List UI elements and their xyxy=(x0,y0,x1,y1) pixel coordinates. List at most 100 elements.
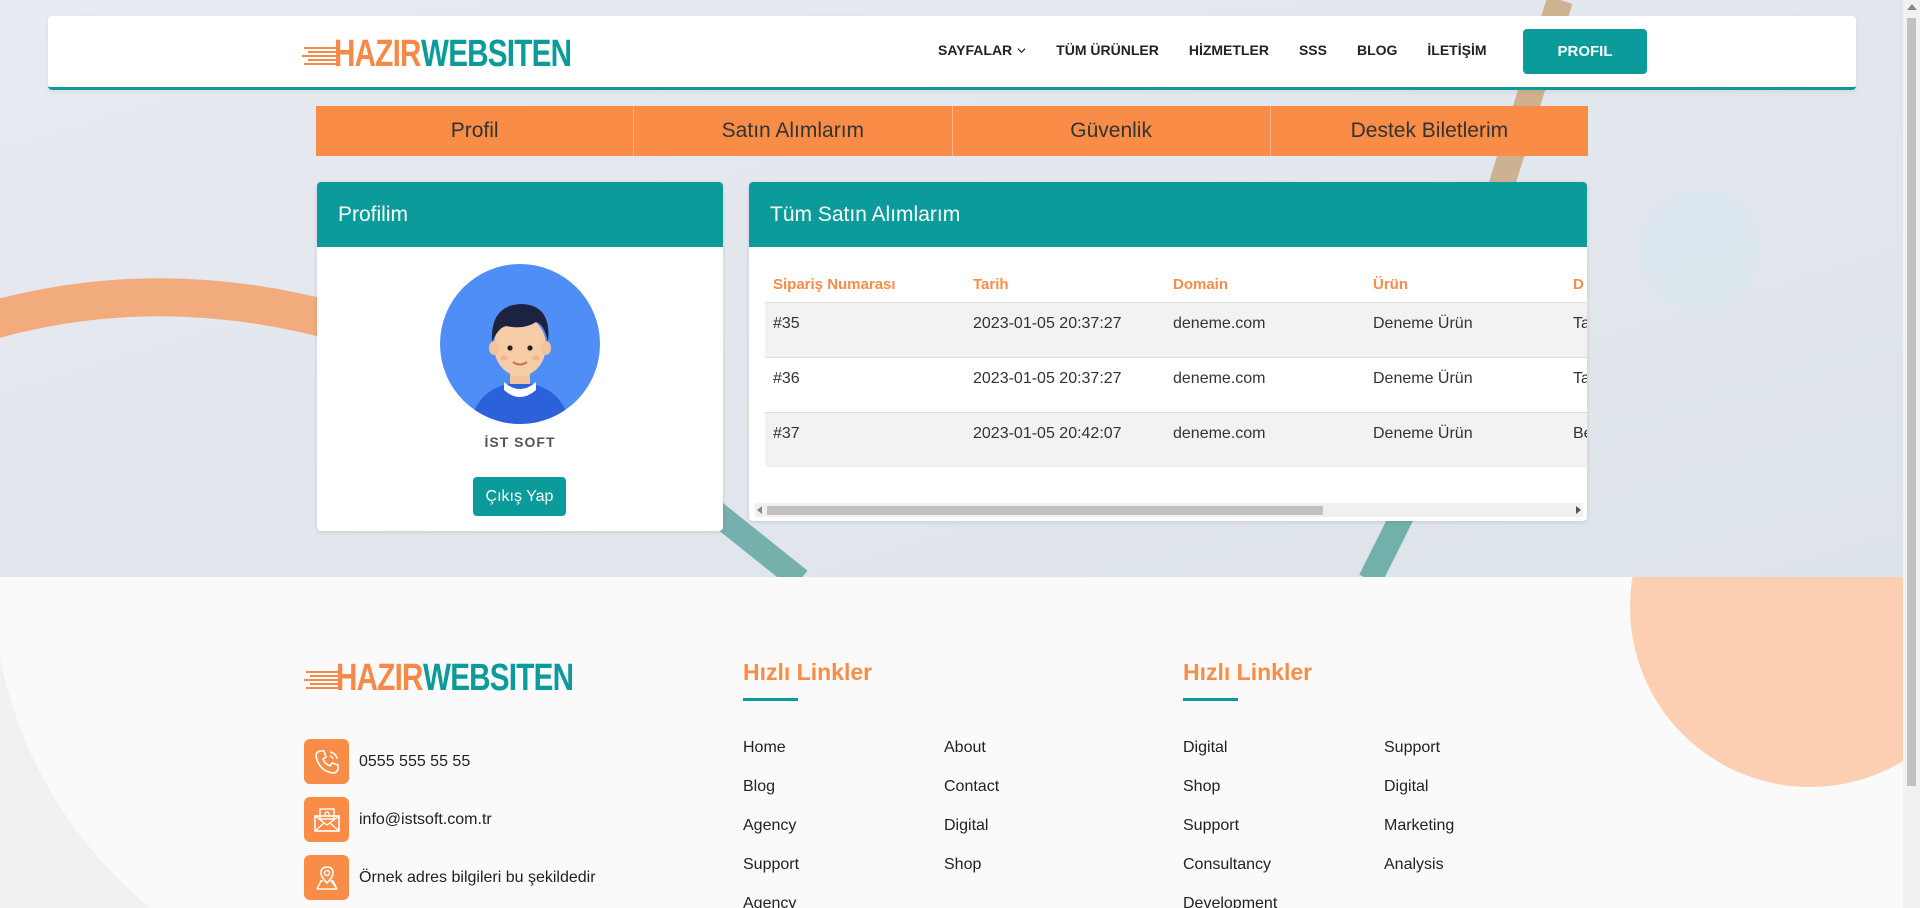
contact-phone[interactable]: 0555 555 55 55 xyxy=(304,739,470,784)
hero-section: HAZIR WEBSITEN SAYFALAR TÜM ÜRÜNLER HİZM… xyxy=(0,0,1920,577)
brand-logo[interactable]: HAZIR WEBSITEN xyxy=(302,33,614,76)
mail-icon xyxy=(304,797,349,842)
column-header: Tarih xyxy=(965,267,1165,303)
title-underline xyxy=(743,698,798,701)
scrollbar-thumb[interactable] xyxy=(767,506,1323,515)
brand-word-1: HAZIR xyxy=(334,33,421,75)
table-cell: #35 xyxy=(765,302,965,358)
table-cell: #36 xyxy=(765,357,965,413)
table-cell: Deneme Ürün xyxy=(1365,412,1565,467)
site-header: HAZIR WEBSITEN SAYFALAR TÜM ÜRÜNLER HİZM… xyxy=(48,16,1856,90)
table-header-row: Sipariş Numarası Tarih Domain Ürün D xyxy=(765,267,1587,303)
footer-link[interactable]: Agency xyxy=(743,817,796,835)
footer-link[interactable]: Analysis xyxy=(1384,856,1444,874)
speed-lines-icon xyxy=(304,670,338,689)
table-row[interactable]: #36 2023-01-05 20:37:27 deneme.com Denem… xyxy=(765,357,1587,413)
table-cell: 2023-01-05 20:42:07 xyxy=(965,412,1165,467)
footer-link[interactable]: Agency xyxy=(743,895,796,908)
brand-word-2: WEBSITEN xyxy=(421,33,572,75)
nav-item-services[interactable]: HİZMETLER xyxy=(1189,42,1269,58)
orders-card-title: Tüm Satın Alımlarım xyxy=(749,182,1587,247)
footer-link[interactable]: About xyxy=(944,739,986,757)
scrollbar-thumb[interactable] xyxy=(1907,18,1916,786)
footer-link[interactable]: Home xyxy=(743,739,786,757)
tab-purchases[interactable]: Satın Alımlarım xyxy=(634,106,953,156)
phone-icon xyxy=(304,739,349,784)
footer-link[interactable]: Support xyxy=(743,856,799,874)
site-footer: HAZIR WEBSITEN 0555 555 55 55 info@istso… xyxy=(0,577,1920,908)
profile-card-title: Profilim xyxy=(317,182,723,247)
avatar xyxy=(440,264,600,424)
contact-address[interactable]: Örnek adres bilgileri bu şekildedir xyxy=(304,855,596,900)
footer-link[interactable]: Contact xyxy=(944,778,999,796)
nav-item-contact[interactable]: İLETİŞİM xyxy=(1427,42,1486,58)
orders-table-wrapper[interactable]: Sipariş Numarası Tarih Domain Ürün D #35… xyxy=(765,267,1587,467)
table-row[interactable]: #37 2023-01-05 20:42:07 deneme.com Denem… xyxy=(765,412,1587,467)
footer-link[interactable]: Consultancy xyxy=(1183,856,1271,874)
footer-link[interactable]: Support xyxy=(1183,817,1239,835)
scroll-right-icon[interactable] xyxy=(1576,506,1581,514)
footer-link[interactable]: Blog xyxy=(743,778,775,796)
contact-email[interactable]: info@istsoft.com.tr xyxy=(304,797,492,842)
footer-link[interactable]: Shop xyxy=(944,856,981,874)
contact-text: info@istsoft.com.tr xyxy=(359,810,492,828)
table-cell: deneme.com xyxy=(1165,412,1365,467)
footer-link[interactable]: Development xyxy=(1183,895,1277,908)
column-header: D xyxy=(1565,267,1587,303)
table-cell: 2023-01-05 20:37:27 xyxy=(965,357,1165,413)
orders-table: Sipariş Numarası Tarih Domain Ürün D #35… xyxy=(765,267,1587,467)
footer-link[interactable]: Digital xyxy=(944,817,988,835)
footer-link[interactable]: Digital xyxy=(1183,739,1227,757)
username: İST SOFT xyxy=(484,434,556,450)
table-cell: Deneme Ürün xyxy=(1365,302,1565,358)
tab-security[interactable]: Güvenlik xyxy=(953,106,1271,156)
table-cell: Ta xyxy=(1565,302,1587,358)
footer-link[interactable]: Digital xyxy=(1384,778,1428,796)
tab-support-tickets[interactable]: Destek Biletlerim xyxy=(1271,106,1588,156)
table-horizontal-scrollbar[interactable] xyxy=(755,503,1583,517)
table-cell: Deneme Ürün xyxy=(1365,357,1565,413)
column-header: Sipariş Numarası xyxy=(765,267,965,303)
footer-col1-title: Hızlı Linkler xyxy=(743,659,873,685)
column-header: Ürün xyxy=(1365,267,1565,303)
table-row[interactable]: #35 2023-01-05 20:37:27 deneme.com Denem… xyxy=(765,302,1587,358)
speed-lines-icon xyxy=(302,46,336,65)
column-header: Domain xyxy=(1165,267,1365,303)
nav-item-faq[interactable]: SSS xyxy=(1299,42,1327,58)
nav-item-label: SSS xyxy=(1298,42,1327,58)
page-vertical-scrollbar[interactable] xyxy=(1903,0,1920,908)
brand-word-1: HAZIR xyxy=(336,657,423,699)
scroll-up-icon[interactable] xyxy=(1907,4,1917,10)
profile-button[interactable]: PROFIL xyxy=(1523,29,1647,74)
nav-item-blog[interactable]: BLOG xyxy=(1357,42,1397,58)
logout-button[interactable]: Çıkış Yap xyxy=(473,477,566,516)
table-cell: #37 xyxy=(765,412,965,467)
nav-item-label: BLOG xyxy=(1356,42,1398,58)
tab-profile[interactable]: Profil xyxy=(316,106,635,156)
title-underline xyxy=(1183,698,1238,701)
nav-item-label: TÜM ÜRÜNLER xyxy=(1056,42,1159,58)
table-cell: deneme.com xyxy=(1165,357,1365,413)
contact-text: Örnek adres bilgileri bu şekildedir xyxy=(359,868,596,886)
account-tabs: Profil Satın Alımlarım Güvenlik Destek B… xyxy=(316,106,1588,156)
table-cell: 2023-01-05 20:37:27 xyxy=(965,302,1165,358)
chevron-down-icon xyxy=(1017,47,1026,53)
footer-col2-title: Hızlı Linkler xyxy=(1183,659,1313,685)
brand-word-2: WEBSITEN xyxy=(423,657,574,699)
footer-link[interactable]: Shop xyxy=(1183,778,1220,796)
nav-item-pages[interactable]: SAYFALAR xyxy=(938,42,1026,58)
scroll-left-icon[interactable] xyxy=(757,506,762,514)
orders-card: Tüm Satın Alımlarım Sipariş Numarası Tar… xyxy=(749,182,1587,521)
contact-text: 0555 555 55 55 xyxy=(359,752,471,770)
footer-brand-logo[interactable]: HAZIR WEBSITEN xyxy=(304,657,616,700)
table-cell: Ta xyxy=(1565,357,1587,413)
table-cell: deneme.com xyxy=(1165,302,1365,358)
table-cell: Be xyxy=(1565,412,1587,467)
main-nav: SAYFALAR TÜM ÜRÜNLER HİZMETLER SSS BLOG … xyxy=(938,42,1517,58)
profile-card: Profilim İST SOFT Çıkış Yap xyxy=(317,182,723,531)
nav-item-label: HİZMETLER xyxy=(1188,42,1269,58)
footer-link[interactable]: Support xyxy=(1384,739,1440,757)
footer-link[interactable]: Marketing xyxy=(1384,817,1454,835)
nav-item-label: İLETİŞİM xyxy=(1427,42,1487,58)
nav-item-all-products[interactable]: TÜM ÜRÜNLER xyxy=(1056,42,1159,58)
